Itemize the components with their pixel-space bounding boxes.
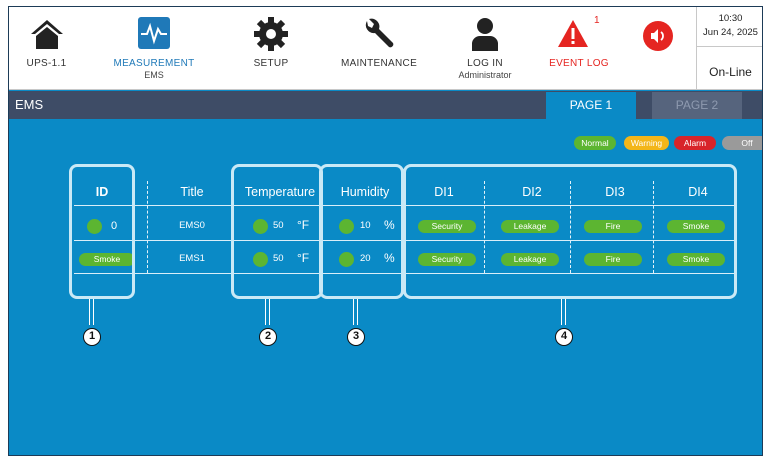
callout-stem [561,299,566,325]
nav-maintenance[interactable]: MAINTENANCE [329,7,429,90]
header-title: Title [180,185,204,199]
nav-setup[interactable]: SETUP [231,7,311,90]
nav-login-user: Administrator [458,70,512,80]
nav-event-log-label: EVENT LOG [549,58,609,69]
ems-table: ID Title Temperature Humidity DI1 DI2 DI… [67,164,737,299]
clock-date: Jun 24, 2025 [703,27,758,38]
nav-measurement-label: MEASUREMENT [113,58,195,69]
callout-stem [265,299,270,325]
event-count-badge: 1 [594,15,600,26]
gear-icon [254,17,288,51]
home-icon [30,20,63,49]
callout-3: 3 [347,328,365,346]
temperature-column-highlight [231,164,323,299]
nav-measurement[interactable]: MEASUREMENT EMS [104,7,204,90]
legend-warning: Warning [624,136,669,150]
page-title: EMS [15,97,44,112]
tab-page-1[interactable]: PAGE 1 [546,92,636,119]
tab-page-2[interactable]: PAGE 2 [652,92,742,119]
speaker-icon [643,21,673,51]
page-header-bar: EMS PAGE 1 PAGE 2 [9,91,762,119]
column-separator [147,181,148,273]
ems-screen: UPS-1.1 MEASUREMENT EMS SETUP MAINTENANC… [8,6,763,456]
row-2-title: EMS1 [179,253,205,264]
callout-stem [89,299,94,325]
top-navigation-bar: UPS-1.1 MEASUREMENT EMS SETUP MAINTENANC… [9,7,762,90]
nav-ups-label: UPS-1.1 [26,58,67,69]
waveform-icon [138,17,170,49]
id-column-highlight [69,164,135,299]
clock-time: 10:30 [718,13,743,24]
nav-maintenance-label: MAINTENANCE [340,58,418,69]
ups-status: On-Line [709,65,752,79]
clock-status-panel: 10:30 Jun 24, 2025 On-Line [696,7,762,90]
callout-2: 2 [259,328,277,346]
speaker-button[interactable] [633,7,683,90]
nav-ups[interactable]: UPS-1.1 [9,7,84,90]
legend-off: Off [722,136,762,150]
user-icon [472,18,498,51]
warning-icon [558,20,588,47]
humidity-column-highlight [319,164,404,299]
row-1-title: EMS0 [179,220,205,231]
nav-login[interactable]: LOG IN Administrator [445,7,525,90]
nav-event-log[interactable]: 1 EVENT LOG [539,7,619,90]
di-columns-highlight [403,164,737,299]
nav-login-label: LOG IN [467,58,503,69]
callout-1: 1 [83,328,101,346]
wrench-icon [365,18,394,48]
legend-normal: Normal [574,136,616,150]
callout-4: 4 [555,328,573,346]
nav-setup-label: SETUP [253,58,289,69]
legend-alarm: Alarm [674,136,716,150]
callout-stem [353,299,358,325]
nav-measurement-sub: EMS [144,70,164,80]
clock-divider [697,46,762,47]
